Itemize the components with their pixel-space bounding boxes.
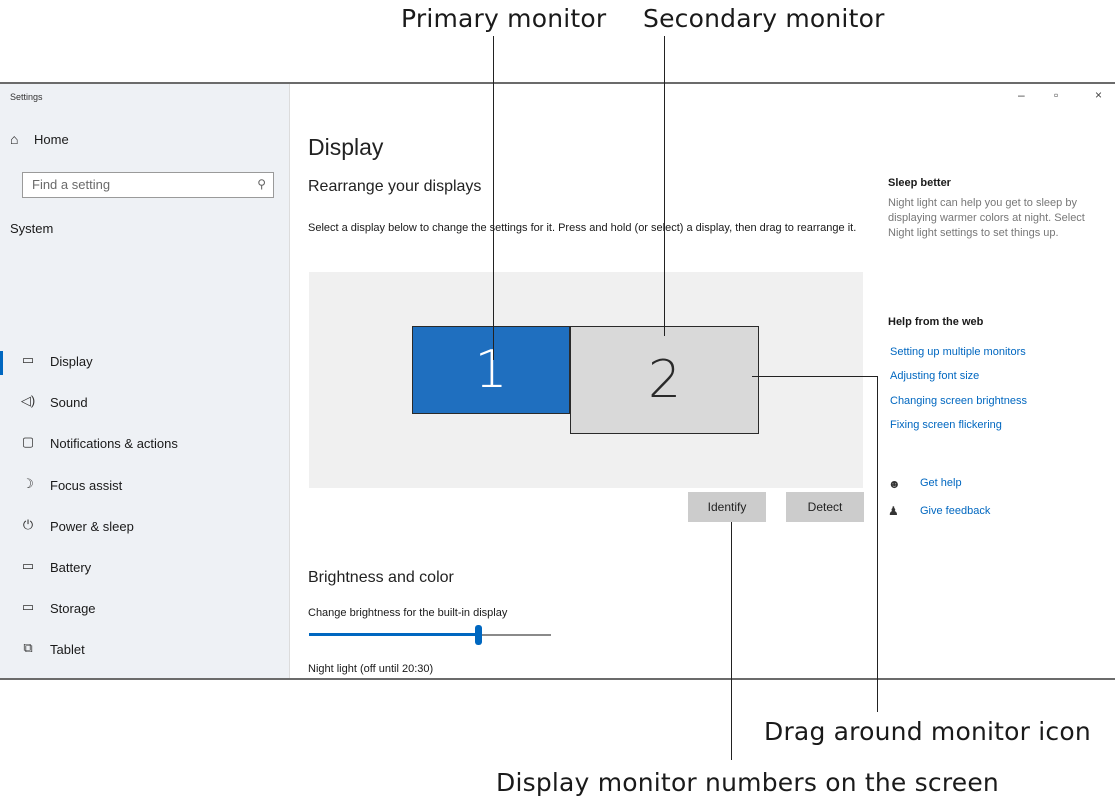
sidebar-item-multitasking[interactable]: ⊞Multitasking [0, 677, 289, 678]
minimize-icon[interactable]: – [1018, 88, 1025, 102]
help-heading: Help from the web [888, 316, 984, 328]
monitor-2[interactable]: 2 [570, 326, 759, 434]
night-light-label: Night light (off until 20:30) [308, 663, 434, 675]
page-title: Display [308, 134, 384, 160]
message-icon: ▢ [21, 434, 35, 449]
maximize-icon[interactable]: ▫ [1054, 88, 1058, 102]
display-arrangement-area[interactable]: 1 2 [309, 272, 863, 488]
section-label-system: System [10, 221, 54, 236]
identify-button[interactable]: Identify [688, 492, 766, 522]
sidebar: Settings ⌂ Home Find a setting ⚲ System … [0, 84, 290, 678]
sidebar-item-label: Battery [50, 560, 92, 575]
search-placeholder: Find a setting [32, 177, 111, 192]
sidebar-item-label: Storage [50, 601, 96, 616]
get-help-link[interactable]: Get help [920, 477, 962, 489]
storage-icon: ▭ [21, 599, 35, 614]
brightness-label: Change brightness for the built-in displ… [308, 607, 508, 619]
sidebar-item-notifications-actions[interactable]: ▢ Notifications & actions [0, 429, 289, 459]
main-content: Display Rearrange your displays Select a… [290, 84, 1115, 678]
window-title: Settings [10, 92, 43, 102]
sidebar-item-battery[interactable]: ▭ Battery [0, 553, 289, 583]
active-indicator [0, 351, 3, 375]
sidebar-item-focus-assist[interactable]: ☽ Focus assist [0, 471, 289, 501]
sleep-text: Night light can help you get to sleep by… [888, 197, 1085, 239]
tablet-icon: ⧉ [23, 640, 33, 655]
settings-window: Settings ⌂ Home Find a setting ⚲ System … [0, 82, 1115, 680]
sidebar-item-label: Focus assist [50, 478, 123, 493]
power-icon: ⏻ [22, 517, 34, 532]
callout-drag-monitor: Drag around monitor icon [764, 717, 1091, 746]
callout-line-secondary [664, 36, 665, 336]
close-icon[interactable]: × [1095, 88, 1102, 102]
give-feedback-link[interactable]: Give feedback [920, 505, 990, 517]
sidebar-item-label: Power & sleep [50, 519, 134, 534]
help-link[interactable]: Setting up multiple monitors [890, 346, 1026, 358]
sidebar-item-label: Notifications & actions [50, 436, 178, 451]
sidebar-item-sound[interactable]: ◁) Sound [0, 388, 289, 418]
sidebar-item-storage[interactable]: ▭ Storage [0, 594, 289, 624]
callout-secondary-monitor: Secondary monitor [643, 4, 885, 33]
callout-line-drag-horizontal [752, 376, 878, 377]
sidebar-item-tablet[interactable]: ⧉ Tablet [0, 635, 289, 665]
detect-button[interactable]: Detect [786, 492, 864, 522]
home-icon: ⌂ [10, 131, 19, 147]
search-input[interactable]: Find a setting ⚲ [22, 172, 274, 198]
get-help-icon: ☻ [888, 477, 901, 491]
sidebar-item-power-sleep[interactable]: ⏻ Power & sleep [0, 512, 289, 542]
brightness-slider-fill [309, 633, 479, 636]
feedback-icon: ♟ [888, 504, 899, 518]
home-link[interactable]: Home [34, 132, 69, 147]
battery-icon: ▭ [21, 558, 35, 573]
monitor-1[interactable]: 1 [412, 326, 570, 414]
moon-icon: ☽ [22, 476, 34, 491]
brightness-slider-thumb[interactable] [475, 625, 483, 645]
brightness-heading: Brightness and color [308, 569, 454, 586]
brightness-slider[interactable] [309, 625, 551, 645]
monitor-icon: ▭ [21, 352, 35, 367]
sidebar-item-label: Display [50, 354, 93, 369]
callout-line-drag-vertical [877, 376, 878, 712]
sidebar-item-display[interactable]: ▭ Display [0, 347, 289, 377]
sidebar-item-label: Tablet [50, 642, 85, 657]
callout-line-primary [493, 36, 494, 360]
sleep-heading: Sleep better [888, 177, 951, 189]
rearrange-heading: Rearrange your displays [308, 178, 482, 195]
help-link[interactable]: Adjusting font size [890, 370, 979, 382]
rearrange-description: Select a display below to change the set… [308, 222, 857, 234]
help-link[interactable]: Fixing screen flickering [890, 419, 1002, 431]
sidebar-item-label: Sound [50, 395, 88, 410]
callout-primary-monitor: Primary monitor [401, 4, 607, 33]
search-icon[interactable]: ⚲ [257, 177, 266, 191]
callout-display-numbers: Display monitor numbers on the screen [496, 768, 999, 797]
help-link[interactable]: Changing screen brightness [890, 395, 1027, 407]
speaker-icon: ◁) [20, 393, 36, 408]
callout-line-numbers [731, 522, 732, 760]
